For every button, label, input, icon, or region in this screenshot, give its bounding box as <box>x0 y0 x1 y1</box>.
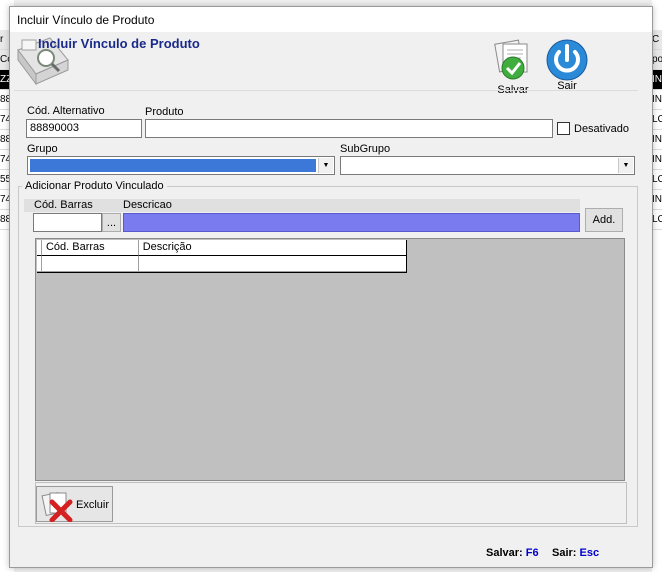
shortcut-exit-key: Esc <box>579 547 600 559</box>
background-cell: IN <box>652 130 662 150</box>
column-header-descricao[interactable]: Descrição <box>138 240 406 256</box>
cod-barras-label: Cód. Barras <box>34 199 93 211</box>
shortcut-exit: Sair: Esc <box>552 547 599 559</box>
background-cell: IN <box>652 90 662 110</box>
save-icon <box>494 39 528 80</box>
grid-table: Cód. Barras Descrição <box>37 240 407 273</box>
background-list-right: C po IN IN LC IN IN LC IN LC <box>652 30 662 230</box>
grupo-selected-value <box>30 159 316 172</box>
background-cell: IN <box>652 190 662 210</box>
produto-field[interactable] <box>145 119 553 138</box>
grupo-label: Grupo <box>27 143 58 155</box>
background-cell: LC <box>652 210 662 230</box>
entry-header-strip <box>24 199 580 212</box>
cod-alternativo-label: Cód. Alternativo <box>27 105 105 117</box>
delete-button[interactable]: Excluir <box>36 486 113 522</box>
descricao-field[interactable] <box>123 213 580 232</box>
chevron-down-icon[interactable]: ▼ <box>618 158 633 173</box>
exit-button[interactable]: Sair <box>542 34 592 92</box>
header-divider <box>14 90 638 91</box>
delete-label: Excluir <box>76 499 110 511</box>
background-cell: IN <box>652 70 662 90</box>
background-cell: IN <box>652 150 662 170</box>
cell-cod-barras[interactable] <box>41 256 139 272</box>
power-icon <box>546 39 588 81</box>
cod-barras-field[interactable] <box>33 213 102 232</box>
shortcut-save: Salvar: F6 <box>486 547 539 559</box>
shortcut-save-text: Salvar: <box>486 547 523 559</box>
linked-products-grid[interactable] <box>35 238 625 481</box>
cod-alternativo-field[interactable]: 88890003 <box>26 119 142 138</box>
background-cell: po <box>652 50 662 70</box>
window-title: Incluir Vínculo de Produto <box>17 13 155 27</box>
grupo-select[interactable]: ▼ <box>27 156 335 175</box>
background-cell: C <box>652 30 662 50</box>
background-cell: LC <box>652 170 662 190</box>
chevron-down-icon[interactable]: ▼ <box>318 158 333 173</box>
descricao-label: Descricao <box>123 199 172 211</box>
shortcut-exit-text: Sair: <box>552 547 577 559</box>
grid-actions-panel <box>35 482 627 524</box>
subgrupo-select[interactable]: ▼ <box>340 156 635 175</box>
page-title: Incluir Vínculo de Produto <box>38 36 200 51</box>
save-button[interactable]: Salvar <box>488 38 538 96</box>
table-row[interactable] <box>37 256 406 272</box>
cell-descricao[interactable] <box>138 256 406 272</box>
linked-product-group-title: Adicionar Produto Vinculado <box>22 180 167 192</box>
column-header-cod-barras[interactable]: Cód. Barras <box>41 240 139 256</box>
subgrupo-label: SubGrupo <box>340 143 391 155</box>
desativado-label: Desativado <box>574 123 630 135</box>
background-cell: LC <box>652 110 662 130</box>
delete-icon <box>41 491 73 522</box>
add-button[interactable]: Add. <box>585 208 623 232</box>
grid-header-row: Cód. Barras Descrição <box>37 240 406 256</box>
produto-label: Produto <box>145 106 184 118</box>
title-bar[interactable]: Incluir Vínculo de Produto <box>10 7 652 32</box>
subgrupo-selected-value <box>343 159 616 172</box>
desativado-checkbox[interactable] <box>557 122 570 135</box>
lookup-button[interactable]: ... <box>102 213 121 232</box>
shortcut-save-key: F6 <box>525 547 539 559</box>
